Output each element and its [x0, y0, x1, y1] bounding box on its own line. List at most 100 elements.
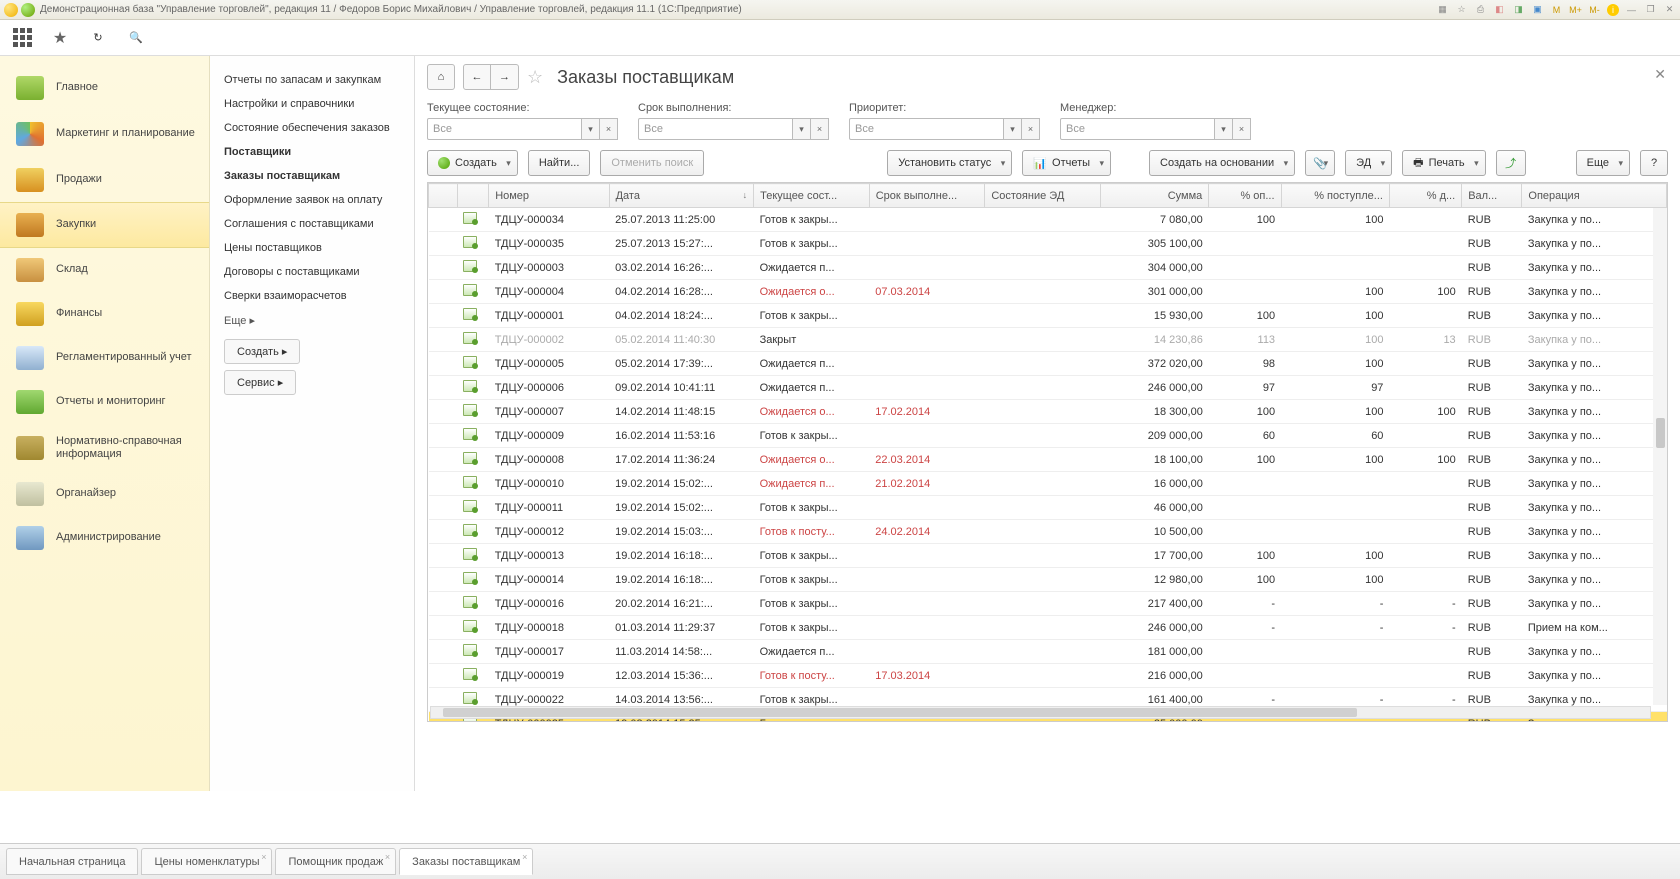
section-link-5[interactable]: Оформление заявок на оплату	[224, 188, 400, 212]
sidebar-item-1[interactable]: Маркетинг и планирование	[0, 110, 209, 158]
tb-m-plus[interactable]: M+	[1569, 3, 1582, 16]
column-header-5[interactable]: Срок выполне...	[869, 184, 985, 208]
section-link-1[interactable]: Настройки и справочники	[224, 92, 400, 116]
cancel-search-button[interactable]: Отменить поиск	[600, 150, 704, 176]
section-button-0[interactable]: Создать ▸	[224, 339, 300, 364]
maximize-button[interactable]: ❐	[1644, 3, 1657, 16]
sidebar-item-5[interactable]: Финансы	[0, 292, 209, 336]
tb-icon-4[interactable]: ◧	[1493, 3, 1506, 16]
filter-dropdown-button[interactable]: ▾	[1004, 118, 1022, 140]
table-row[interactable]: ТДЦУ-00000205.02.2014 11:40:30Закрыт14 2…	[429, 328, 1667, 352]
table-row[interactable]: ТДЦУ-00000404.02.2014 16:28:...Ожидается…	[429, 280, 1667, 304]
create-button[interactable]: Создать	[427, 150, 518, 176]
section-link-2[interactable]: Состояние обеспечения заказов	[224, 116, 400, 140]
sidebar-item-10[interactable]: Администрирование	[0, 516, 209, 560]
table-row[interactable]: ТДЦУ-00001912.03.2014 15:36:...Готов к п…	[429, 664, 1667, 688]
filter-input[interactable]	[1060, 118, 1215, 140]
filter-input[interactable]	[427, 118, 582, 140]
filter-input[interactable]	[638, 118, 793, 140]
section-link-4[interactable]: Заказы поставщикам	[224, 164, 400, 188]
bottom-tab-0[interactable]: Начальная страница	[6, 848, 138, 875]
column-header-1[interactable]	[457, 184, 488, 208]
tb-m[interactable]: M	[1550, 3, 1563, 16]
apps-button[interactable]	[12, 28, 32, 48]
sidebar-item-3[interactable]: Закупки	[0, 202, 209, 248]
table-row[interactable]: ТДЦУ-00000104.02.2014 18:24:...Готов к з…	[429, 304, 1667, 328]
sidebar-item-8[interactable]: Нормативно-справочная информация	[0, 424, 209, 472]
filter-input[interactable]	[849, 118, 1004, 140]
table-row[interactable]: ТДЦУ-00000817.02.2014 11:36:24Ожидается …	[429, 448, 1667, 472]
tb-icon-5[interactable]: ◨	[1512, 3, 1525, 16]
table-row[interactable]: ТДЦУ-00001219.02.2014 15:03:...Готов к п…	[429, 520, 1667, 544]
sidebar-item-7[interactable]: Отчеты и мониторинг	[0, 380, 209, 424]
bottom-tab-3[interactable]: Заказы поставщикам×	[399, 848, 533, 875]
set-status-button[interactable]: Установить статус	[887, 150, 1012, 176]
filter-clear-button[interactable]: ×	[600, 118, 618, 140]
table-row[interactable]: ТДЦУ-00000505.02.2014 17:39:...Ожидается…	[429, 352, 1667, 376]
section-more[interactable]: Еще ▸	[224, 308, 400, 333]
column-header-4[interactable]: Текущее сост...	[754, 184, 870, 208]
favorites-button[interactable]: ★	[50, 28, 70, 48]
print-button[interactable]: 🖶 Печать	[1402, 150, 1485, 176]
filter-dropdown-button[interactable]: ▾	[1215, 118, 1233, 140]
close-button[interactable]: ✕	[1663, 3, 1676, 16]
column-header-7[interactable]: Сумма	[1100, 184, 1208, 208]
section-link-3[interactable]: Поставщики	[224, 140, 400, 164]
table-row[interactable]: ТДЦУ-00000714.02.2014 11:48:15Ожидается …	[429, 400, 1667, 424]
sidebar-item-9[interactable]: Органайзер	[0, 472, 209, 516]
back-button[interactable]: ←	[463, 64, 491, 90]
section-link-0[interactable]: Отчеты по запасам и закупкам	[224, 68, 400, 92]
column-header-11[interactable]: Вал...	[1462, 184, 1522, 208]
table-row[interactable]: ТДЦУ-00001620.02.2014 16:21:...Готов к з…	[429, 592, 1667, 616]
table-row[interactable]: ТДЦУ-00001711.03.2014 14:58:...Ожидается…	[429, 640, 1667, 664]
column-header-3[interactable]: Дата↓	[609, 184, 754, 208]
filter-clear-button[interactable]: ×	[811, 118, 829, 140]
page-close-button[interactable]: ✕	[1654, 66, 1666, 83]
column-header-2[interactable]: Номер	[489, 184, 609, 208]
vertical-scrollbar[interactable]	[1653, 208, 1667, 705]
reports-button[interactable]: 📊 Отчеты	[1022, 150, 1111, 176]
table-row[interactable]: ТДЦУ-00001319.02.2014 16:18:...Готов к з…	[429, 544, 1667, 568]
export-button[interactable]: ⤴	[1496, 150, 1526, 176]
filter-dropdown-button[interactable]: ▾	[793, 118, 811, 140]
table-row[interactable]: ТДЦУ-00001419.02.2014 16:18:...Готов к з…	[429, 568, 1667, 592]
table-row[interactable]: ТДЦУ-00001019.02.2014 15:02:...Ожидается…	[429, 472, 1667, 496]
history-button[interactable]: ↻	[88, 28, 108, 48]
table-row[interactable]: ТДЦУ-00003425.07.2013 11:25:00Готов к за…	[429, 208, 1667, 232]
tb-icon-2[interactable]: ☆	[1455, 3, 1468, 16]
sidebar-item-6[interactable]: Регламентированный учет	[0, 336, 209, 380]
sidebar-item-0[interactable]: Главное	[0, 66, 209, 110]
column-header-9[interactable]: % поступле...	[1281, 184, 1389, 208]
table-row[interactable]: ТДЦУ-00001801.03.2014 11:29:37Готов к за…	[429, 616, 1667, 640]
ed-button[interactable]: ЭД	[1345, 150, 1392, 176]
column-header-6[interactable]: Состояние ЭД	[985, 184, 1101, 208]
tb-icon-6[interactable]: ▣	[1531, 3, 1544, 16]
sidebar-item-4[interactable]: Склад	[0, 248, 209, 292]
column-header-8[interactable]: % оп...	[1209, 184, 1281, 208]
table-row[interactable]: ТДЦУ-00003525.07.2013 15:27:...Готов к з…	[429, 232, 1667, 256]
section-link-8[interactable]: Договоры с поставщиками	[224, 260, 400, 284]
column-header-12[interactable]: Операция	[1522, 184, 1667, 208]
favorite-star-icon[interactable]: ☆	[527, 67, 543, 88]
horizontal-scrollbar[interactable]	[430, 706, 1651, 719]
tb-icon-3[interactable]: ⎙	[1474, 3, 1487, 16]
column-header-0[interactable]	[429, 184, 458, 208]
tab-close-icon[interactable]: ×	[261, 852, 266, 862]
tb-icon-1[interactable]: ▦	[1436, 3, 1449, 16]
attach-button[interactable]: 📎	[1305, 150, 1335, 176]
tab-close-icon[interactable]: ×	[522, 852, 527, 862]
more-button[interactable]: Еще	[1576, 150, 1630, 176]
create-based-on-button[interactable]: Создать на основании	[1149, 150, 1295, 176]
bottom-tab-1[interactable]: Цены номенклатуры×	[141, 848, 272, 875]
section-link-9[interactable]: Сверки взаиморасчетов	[224, 284, 400, 308]
filter-clear-button[interactable]: ×	[1022, 118, 1040, 140]
column-header-10[interactable]: % д...	[1389, 184, 1461, 208]
section-link-6[interactable]: Соглашения с поставщиками	[224, 212, 400, 236]
help-button[interactable]: ?	[1640, 150, 1668, 176]
bottom-tab-2[interactable]: Помощник продаж×	[275, 848, 396, 875]
tab-close-icon[interactable]: ×	[385, 852, 390, 862]
search-button[interactable]: 🔍	[126, 28, 146, 48]
sidebar-item-2[interactable]: Продажи	[0, 158, 209, 202]
section-link-7[interactable]: Цены поставщиков	[224, 236, 400, 260]
tb-m-minus[interactable]: M-	[1588, 3, 1601, 16]
